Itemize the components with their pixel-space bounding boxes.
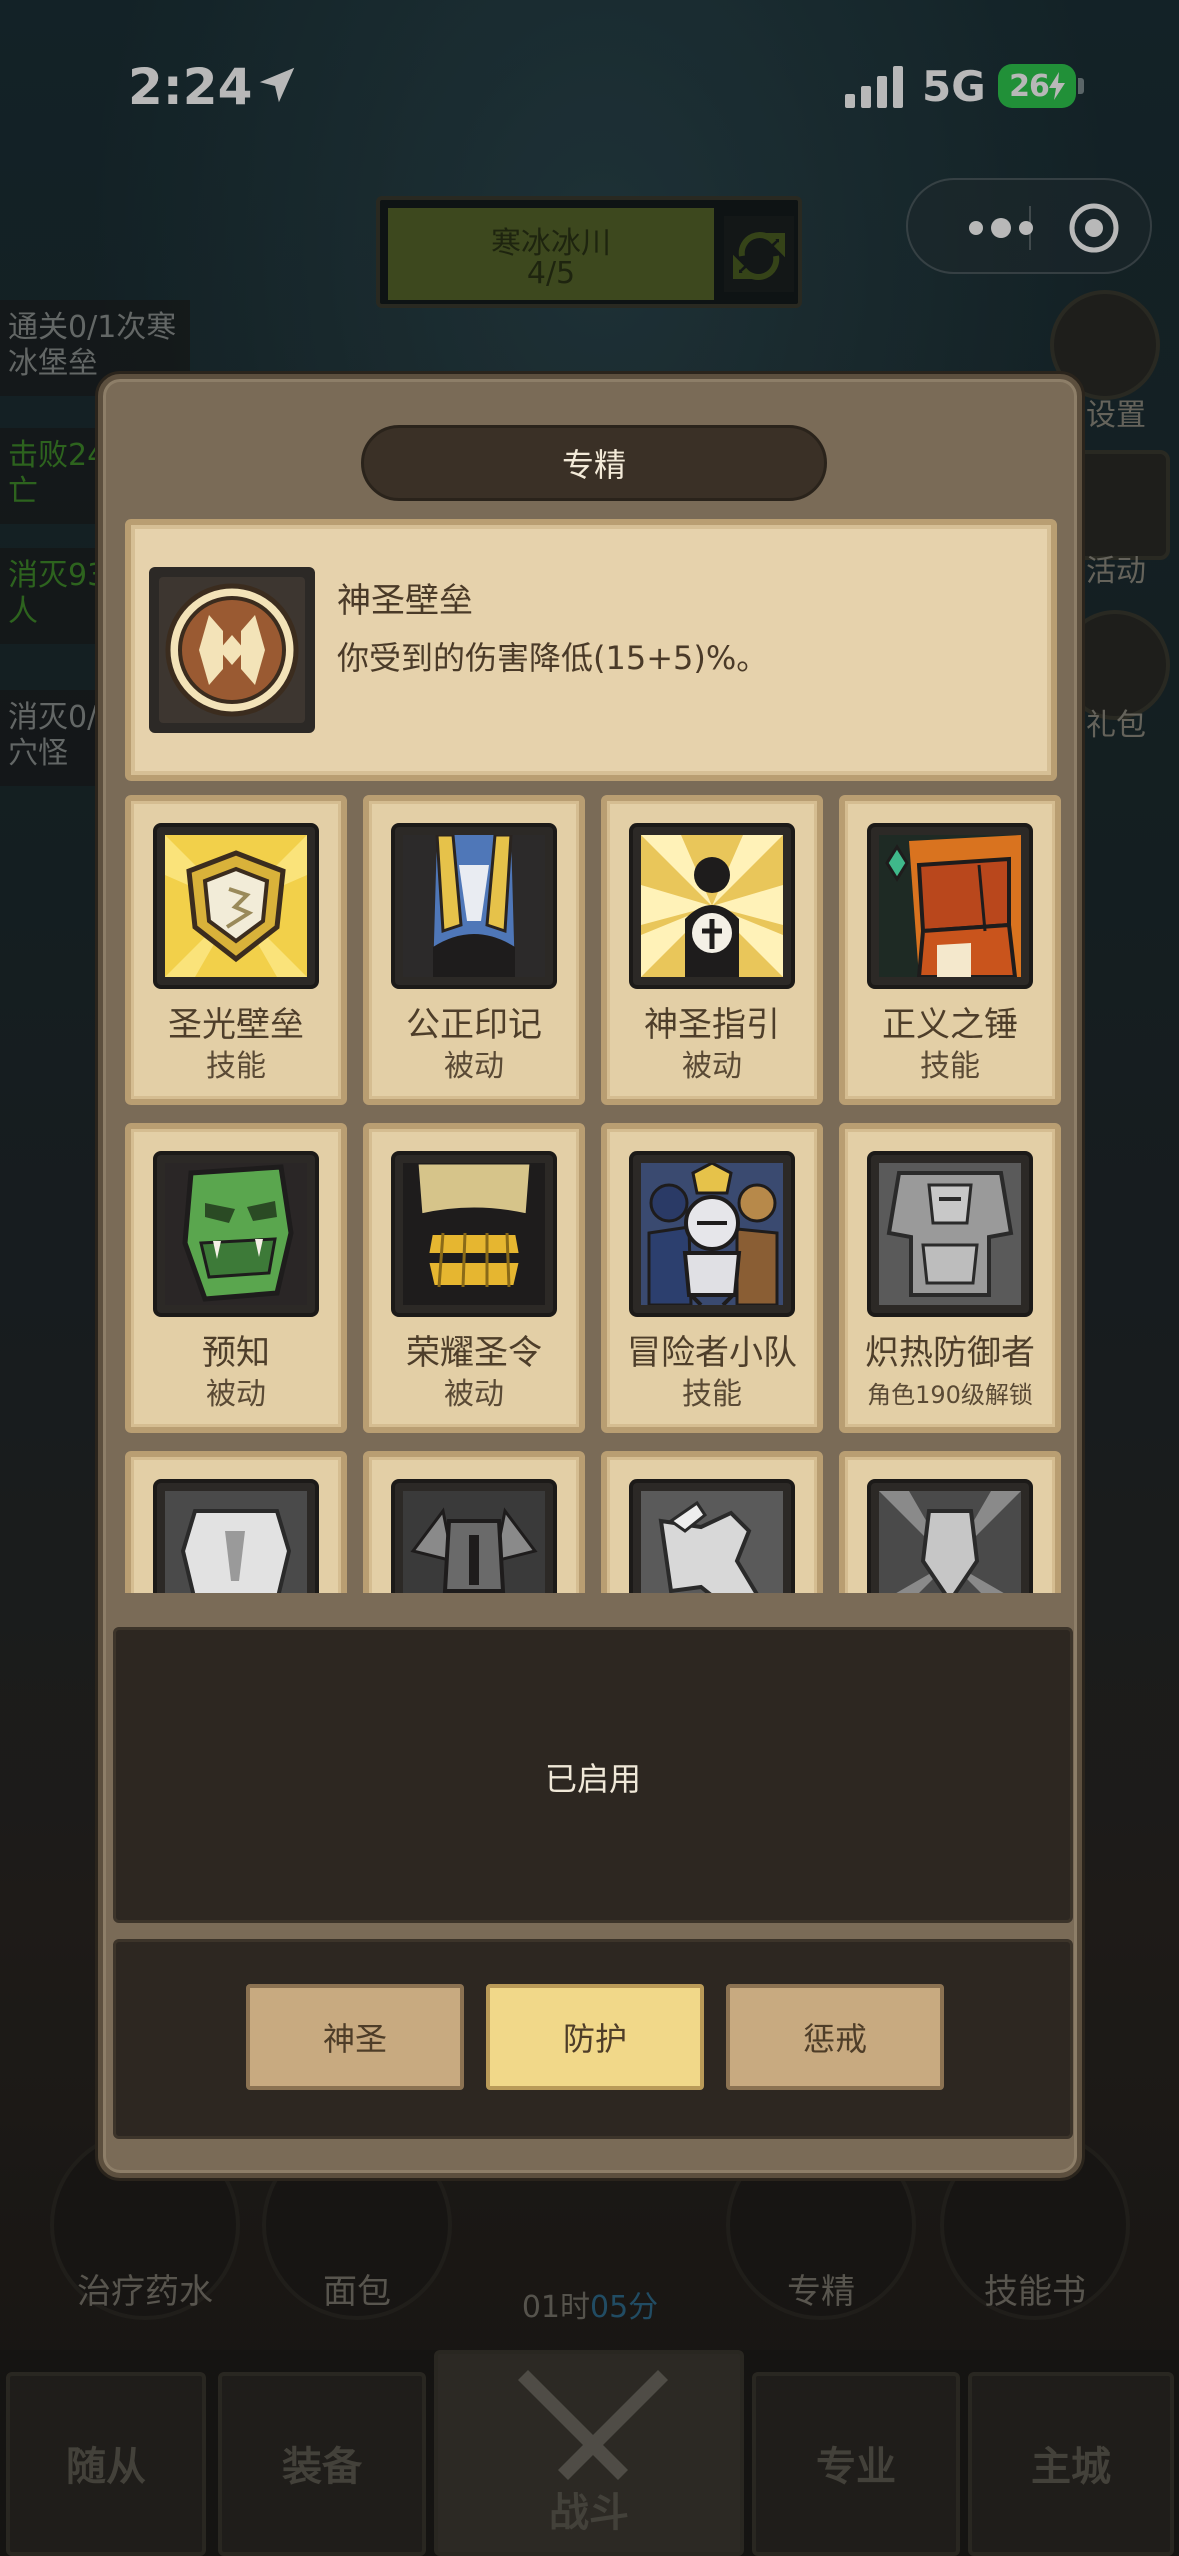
skill-card[interactable]: 圣光壁垒 技能 [125, 795, 347, 1105]
skill-name: 公正印记 [406, 1005, 542, 1045]
tab-retribution[interactable]: 惩戒 [726, 1984, 944, 2090]
skill-icon-frame [153, 1479, 319, 1593]
skill-type: 技能 [682, 1377, 742, 1412]
skill-unlock-requirement: 角色190级解锁 [867, 1381, 1033, 1409]
skill-icon-frame [629, 1479, 795, 1593]
tab-protection[interactable]: 防护 [486, 1984, 704, 2090]
skill-card[interactable]: 冒险者小队 技能 [601, 1123, 823, 1433]
green-face-icon [165, 1163, 307, 1305]
skill-icon-frame [867, 1151, 1033, 1317]
skill-name: 炽热防御者 [865, 1333, 1035, 1373]
skill-icon-frame [153, 823, 319, 989]
skill-card[interactable] [125, 1451, 347, 1593]
skill-type: 技能 [206, 1049, 266, 1084]
pointing-hand-icon [641, 1491, 783, 1593]
skill-type: 被动 [206, 1377, 266, 1412]
skill-card[interactable]: 荣耀圣令 被动 [363, 1123, 585, 1433]
skill-grid[interactable]: 圣光壁垒 技能 公正印记 被动 神圣指引 被动 正义之锤 技能 预知 被动 荣耀… [103, 795, 1077, 1593]
gray-crest-icon [879, 1491, 1021, 1593]
skill-type: 技能 [920, 1049, 980, 1084]
skill-icon-frame [867, 1479, 1033, 1593]
skill-name: 冒险者小队 [627, 1333, 797, 1373]
skill-type: 被动 [444, 1049, 504, 1084]
spec-tab-bar: 神圣 防护 惩戒 [113, 1939, 1073, 2139]
skill-card[interactable]: 公正印记 被动 [363, 795, 585, 1105]
specialization-modal: 专精 神圣壁垒 你受到的伤害降低(15+5)%。 圣光壁垒 技能 公正印记 被动… [98, 374, 1082, 2178]
skill-icon-frame [391, 823, 557, 989]
skill-card[interactable]: 预知 被动 [125, 1123, 347, 1433]
skill-card[interactable]: 炽热防御者 角色190级解锁 [839, 1123, 1061, 1433]
activation-status: 已启用 [544, 1760, 641, 1798]
skill-icon-frame [153, 1151, 319, 1317]
skill-icon-frame [391, 1151, 557, 1317]
skill-card[interactable]: 神圣指引 被动 [601, 795, 823, 1105]
gray-armor-icon [879, 1163, 1021, 1305]
selected-skill-name: 神圣壁垒 [337, 581, 473, 621]
skill-name: 神圣指引 [644, 1005, 780, 1045]
activation-status-panel: 已启用 [113, 1627, 1073, 1923]
skill-type: 被动 [444, 1377, 504, 1412]
skill-card[interactable] [839, 1451, 1061, 1593]
skill-icon-frame [391, 1479, 557, 1593]
golden-crown-icon [403, 1163, 545, 1305]
skill-card[interactable]: 正义之锤 技能 [839, 795, 1061, 1105]
skill-name: 预知 [202, 1333, 270, 1373]
adventurer-party-icon [641, 1163, 783, 1305]
skill-icon-frame [629, 1151, 795, 1317]
golden-shield-icon [165, 835, 307, 977]
modal-title: 专精 [361, 425, 827, 501]
skill-icon-frame [629, 823, 795, 989]
skill-icon-frame [867, 823, 1033, 989]
radiant-figure-icon [641, 835, 783, 977]
skill-type: 被动 [682, 1049, 742, 1084]
skill-card[interactable] [601, 1451, 823, 1593]
skill-name: 荣耀圣令 [406, 1333, 542, 1373]
skill-card[interactable] [363, 1451, 585, 1593]
gray-shield-icon [165, 1491, 307, 1593]
winged-helm-icon [403, 1491, 545, 1593]
crimson-hammer-icon [879, 835, 1021, 977]
helm-crest-icon [403, 835, 545, 977]
holy-bulwark-icon [149, 567, 315, 733]
tab-holy[interactable]: 神圣 [246, 1984, 464, 2090]
selected-skill-detail: 神圣壁垒 你受到的伤害降低(15+5)%。 [125, 519, 1057, 781]
skill-name: 圣光壁垒 [168, 1005, 304, 1045]
selected-skill-description: 你受到的伤害降低(15+5)%。 [337, 639, 769, 677]
skill-name: 正义之锤 [882, 1005, 1018, 1045]
